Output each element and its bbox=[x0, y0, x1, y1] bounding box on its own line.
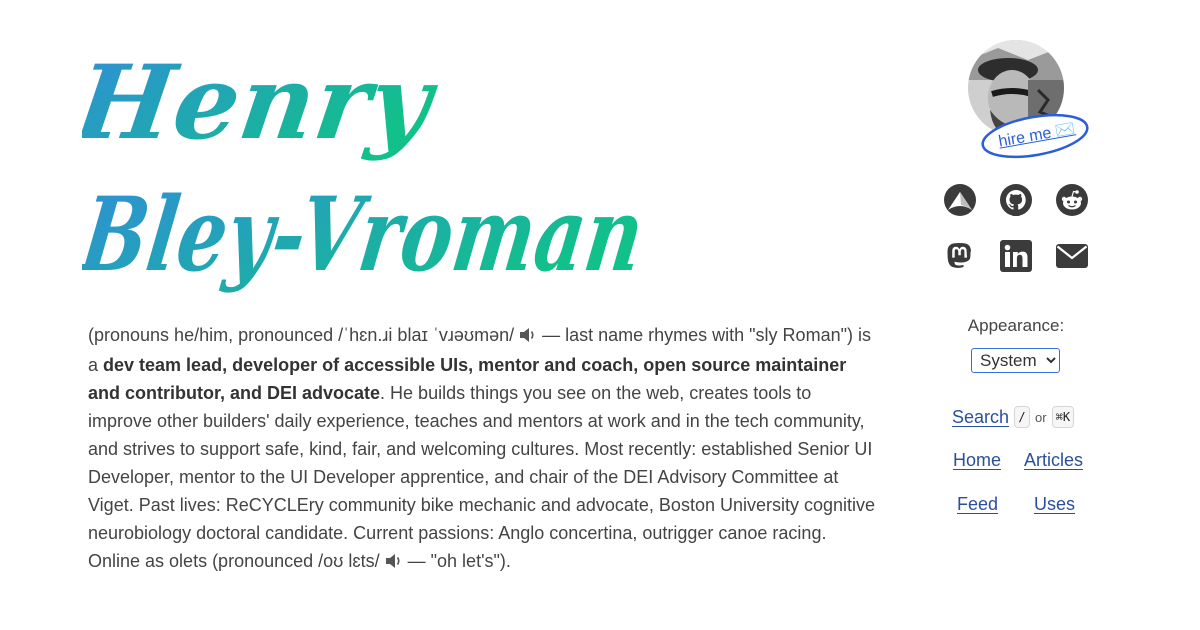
linkedin-icon[interactable] bbox=[1000, 240, 1032, 272]
appearance-label: Appearance: bbox=[967, 316, 1065, 335]
nav-uses-link[interactable]: Uses bbox=[1034, 494, 1075, 515]
speaker-icon[interactable] bbox=[385, 549, 403, 577]
reddit-icon[interactable] bbox=[1056, 184, 1088, 216]
mastodon-icon[interactable] bbox=[944, 240, 976, 272]
title-line-first-name: Henry bbox=[82, 43, 445, 162]
search-shortcut-key: ⌘K bbox=[1051, 406, 1075, 428]
email-icon[interactable] bbox=[1056, 240, 1088, 272]
arc-logo-icon[interactable] bbox=[944, 184, 976, 216]
site-title: Henry Bley-Vroman bbox=[82, 43, 651, 294]
github-icon[interactable] bbox=[1000, 184, 1032, 216]
bio-pronunciation: (pronouns he/him, pronounced /ˈhɛn.ɹi bl… bbox=[88, 325, 520, 345]
bio-body: . He builds things you see on the web, c… bbox=[88, 383, 876, 571]
hire-me-badge[interactable]: hire me ✉️ bbox=[980, 112, 1090, 160]
bio-paragraph: (pronouns he/him, pronounced /ˈhɛn.ɹi bl… bbox=[88, 321, 878, 577]
appearance-select[interactable]: System bbox=[971, 348, 1060, 373]
nav-home-link[interactable]: Home bbox=[953, 450, 1001, 471]
search-or-label: or bbox=[1035, 409, 1047, 425]
title-line-last-name: Bley-Vroman bbox=[82, 175, 651, 294]
bio-handle-gloss: — "oh let's"). bbox=[402, 551, 511, 571]
nav-articles-link[interactable]: Articles bbox=[1024, 450, 1083, 471]
search-link[interactable]: Search bbox=[952, 407, 1009, 428]
search-key-slash: / bbox=[1014, 406, 1031, 428]
search-row: Search / or ⌘K bbox=[952, 404, 1075, 430]
speaker-icon[interactable] bbox=[519, 323, 537, 351]
nav-feed-link[interactable]: Feed bbox=[957, 494, 998, 515]
